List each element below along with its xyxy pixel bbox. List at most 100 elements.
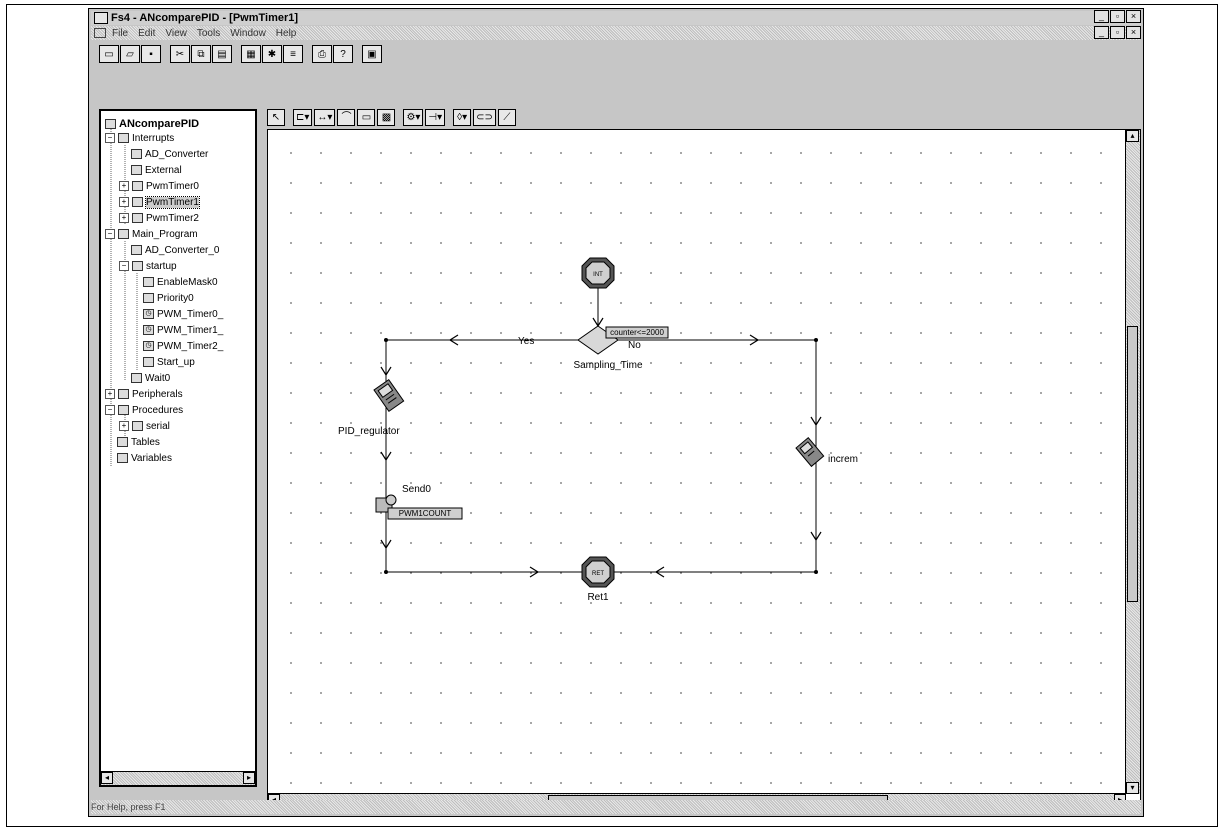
menu-help[interactable]: Help xyxy=(276,28,297,39)
converter-icon xyxy=(131,245,142,255)
tree-item-pwmtimer1[interactable]: + PwmTimer1 xyxy=(119,195,200,209)
decision-tool-icon[interactable]: ◊▾ xyxy=(453,108,472,126)
tree-root[interactable]: ANcomparePID xyxy=(105,117,199,131)
compile-icon[interactable]: ▦ xyxy=(241,45,261,63)
start-node[interactable]: INT xyxy=(581,257,615,289)
tree-item-wait0[interactable]: Wait0 xyxy=(131,371,170,385)
debug-icon[interactable]: ≡ xyxy=(283,45,303,63)
increm-node[interactable] xyxy=(795,437,825,468)
doc-maximize-button[interactable]: ▫ xyxy=(1110,26,1125,39)
tree-item-main-program[interactable]: − Main_Program xyxy=(105,227,198,241)
send-label: Send0 xyxy=(402,484,431,495)
menu-tools[interactable]: Tools xyxy=(197,28,220,39)
tree-horizontal-scrollbar[interactable]: ◂ ▸ xyxy=(101,771,255,785)
collapse-icon[interactable]: − xyxy=(105,133,115,143)
pointer-tool-icon[interactable]: ↖ xyxy=(267,108,285,126)
pid-regulator-node[interactable] xyxy=(373,378,405,412)
tree-item-pwm-timer2[interactable]: ◷ PWM_Timer2_ xyxy=(143,339,223,353)
status-text: For Help, press F1 xyxy=(91,802,166,812)
expand-icon[interactable]: + xyxy=(119,421,129,431)
open-file-icon[interactable]: ▱ xyxy=(120,45,140,63)
scroll-up-icon[interactable]: ▴ xyxy=(1126,130,1139,142)
copy-icon[interactable]: ⧉ xyxy=(191,45,211,63)
mask-icon xyxy=(143,277,154,287)
junction-dot xyxy=(814,570,818,574)
tree-item-pwm-timer1[interactable]: ◷ PWM_Timer1_ xyxy=(143,323,223,337)
vertical-scroll-thumb[interactable] xyxy=(1127,326,1138,602)
send-node[interactable]: PWM1COUNT xyxy=(375,494,463,520)
line-tool-icon[interactable]: ↔▾ xyxy=(314,108,336,126)
window-title: Fs4 - ANcomparePID - [PwmTimer1] xyxy=(111,12,299,24)
expand-icon[interactable]: + xyxy=(119,181,129,191)
menu-window[interactable]: Window xyxy=(230,28,266,39)
block-tool-icon[interactable]: ▭ xyxy=(357,108,376,126)
flowchart: INT counter<=2000 Sampling_Time Yes No P… xyxy=(338,257,858,603)
close-button[interactable]: × xyxy=(1126,10,1141,23)
comment-tool-icon[interactable]: ▩ xyxy=(377,108,396,126)
tree-item-pwmtimer2[interactable]: + PwmTimer2 xyxy=(119,211,199,225)
window-icon[interactable]: ▣ xyxy=(362,45,382,63)
procedure-icon xyxy=(132,421,143,431)
expand-icon[interactable]: + xyxy=(119,197,129,207)
maximize-button[interactable]: ▫ xyxy=(1110,10,1125,23)
cut-icon[interactable]: ✂ xyxy=(170,45,190,63)
scroll-down-icon[interactable]: ▾ xyxy=(1126,782,1139,794)
menu-view[interactable]: View xyxy=(165,28,187,39)
menu-file[interactable]: File xyxy=(112,28,128,39)
io-tool-icon[interactable]: ⚙▾ xyxy=(403,108,424,126)
tree-item-external[interactable]: External xyxy=(131,163,182,177)
tree-item-ad-converter-0[interactable]: AD_Converter_0 xyxy=(131,243,219,257)
interrupt-icon xyxy=(132,213,143,223)
connector-tool-icon[interactable]: ⊏▾ xyxy=(293,108,313,126)
collapse-icon[interactable]: − xyxy=(119,261,129,271)
wire-tool-icon[interactable]: ⟋ xyxy=(497,108,516,126)
priority-icon xyxy=(143,293,154,303)
project-tree: ANcomparePID − Interrupts AD_Converter Ex… xyxy=(99,109,257,787)
scroll-left-icon[interactable]: ◂ xyxy=(101,772,113,784)
tree-item-variables[interactable]: Variables xyxy=(117,451,172,465)
return-node[interactable]: RET xyxy=(581,556,615,588)
collapse-icon[interactable]: − xyxy=(105,405,115,415)
folder-icon xyxy=(118,405,129,415)
doc-minimize-button[interactable]: _ xyxy=(1094,26,1109,39)
call-tool-icon[interactable]: ⊣▾ xyxy=(425,108,446,126)
tree-item-ad-converter[interactable]: AD_Converter xyxy=(131,147,208,161)
tree-item-serial[interactable]: + serial xyxy=(119,419,170,433)
yes-label: Yes xyxy=(518,336,534,347)
increm-label: increm xyxy=(828,454,858,465)
tree-item-interrupts[interactable]: − Interrupts xyxy=(105,131,174,145)
tree-item-procedures[interactable]: − Procedures xyxy=(105,403,183,417)
tree-item-pwm-timer0[interactable]: ◷ PWM_Timer0_ xyxy=(143,307,223,321)
document-icon[interactable] xyxy=(94,28,106,38)
tree-item-startup[interactable]: − startup xyxy=(119,259,177,273)
canvas-vertical-scrollbar[interactable]: ▴ ▾ xyxy=(1125,130,1140,794)
tree-item-tables[interactable]: Tables xyxy=(117,435,160,449)
print-icon[interactable]: ⎙ xyxy=(312,45,332,63)
return-label: Ret1 xyxy=(587,592,609,603)
expand-icon[interactable]: + xyxy=(105,389,115,399)
paste-icon[interactable]: ▤ xyxy=(212,45,232,63)
send-variable-tag: PWM1COUNT xyxy=(399,509,452,518)
scroll-right-icon[interactable]: ▸ xyxy=(243,772,255,784)
help-icon[interactable]: ? xyxy=(333,45,353,63)
table-icon xyxy=(117,437,128,447)
return-icon: RET xyxy=(592,571,604,577)
doc-close-button[interactable]: × xyxy=(1126,26,1141,39)
tree-item-priority0[interactable]: Priority0 xyxy=(143,291,194,305)
minimize-button[interactable]: _ xyxy=(1094,10,1109,23)
menu-edit[interactable]: Edit xyxy=(138,28,155,39)
status-bar: For Help, press F1 xyxy=(91,800,1141,814)
expand-icon[interactable]: + xyxy=(119,213,129,223)
save-icon[interactable]: ▪ xyxy=(141,45,161,63)
tree-item-peripherals[interactable]: + Peripherals xyxy=(105,387,183,401)
junction-tool-icon[interactable]: ⌒ xyxy=(337,108,356,126)
app-window: Fs4 - ANcomparePID - [PwmTimer1] _ ▫ × F… xyxy=(88,8,1144,817)
tree-item-enablemask0[interactable]: EnableMask0 xyxy=(143,275,218,289)
tree-item-start-up[interactable]: Start_up xyxy=(143,355,195,369)
build-icon[interactable]: ✱ xyxy=(262,45,282,63)
collapse-icon[interactable]: − xyxy=(105,229,115,239)
diagram-canvas[interactable]: INT counter<=2000 Sampling_Time Yes No P… xyxy=(267,129,1141,809)
new-file-icon[interactable]: ▭ xyxy=(99,45,119,63)
tree-item-pwmtimer0[interactable]: + PwmTimer0 xyxy=(119,179,199,193)
loop-tool-icon[interactable]: ⊂⊃ xyxy=(473,108,496,126)
